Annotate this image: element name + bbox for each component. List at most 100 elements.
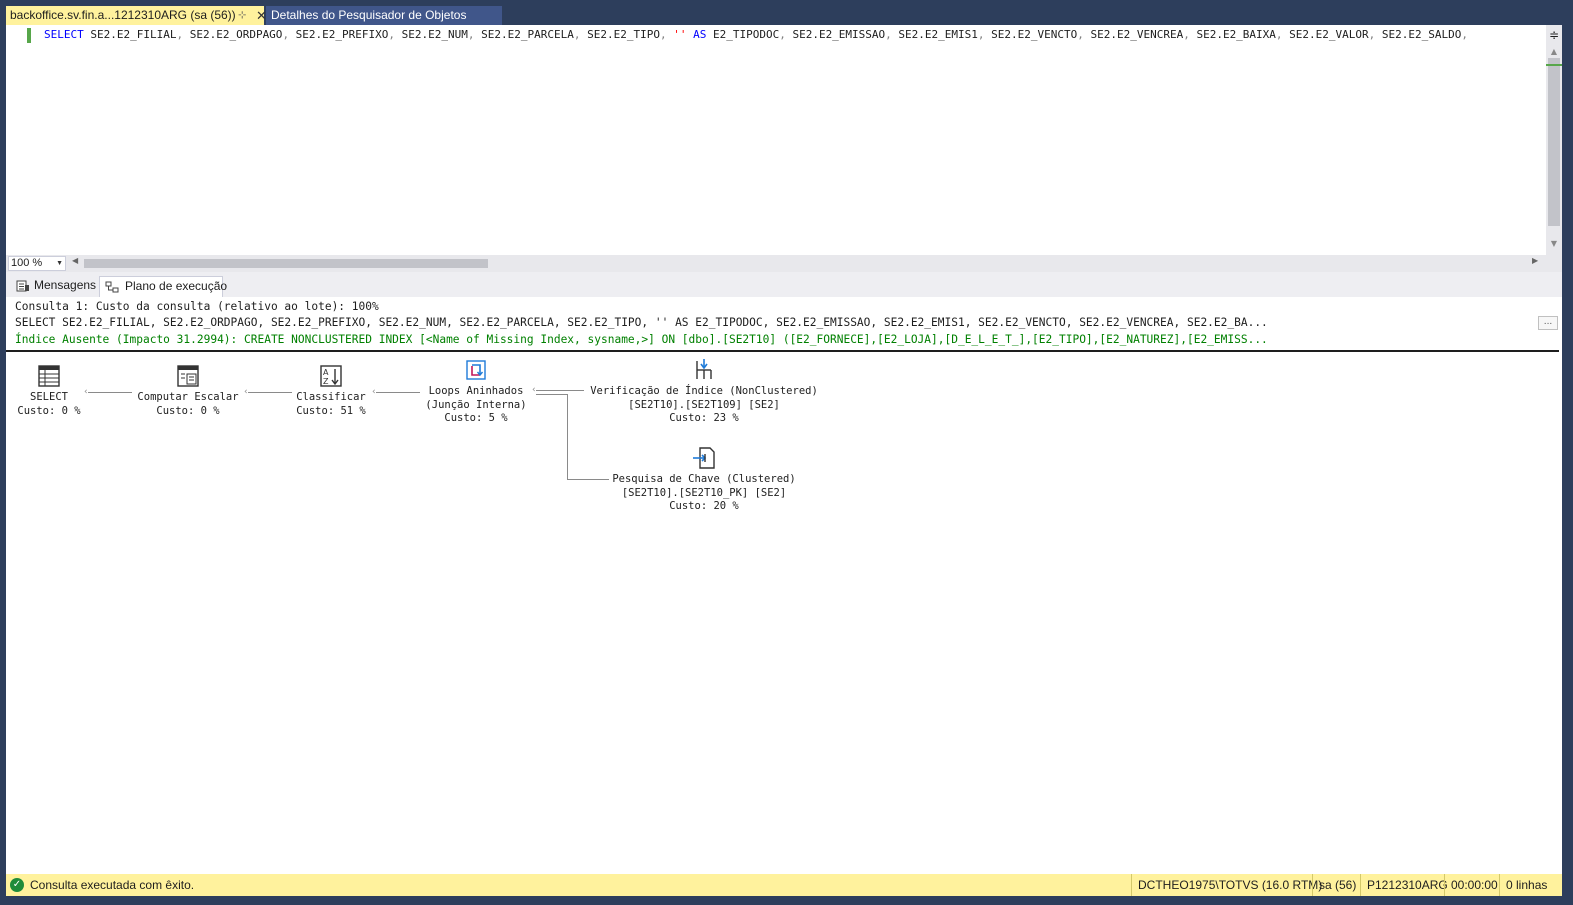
sql-token: SE2.E2_ORDPAGO [183,28,283,41]
status-database: P1212310ARG [1360,874,1448,896]
sql-editor[interactable]: SELECT SE2.E2_FILIAL, SE2.E2_ORDPAGO, SE… [6,25,1562,255]
plan-node-compute-name: Computar Escalar [137,391,239,403]
status-rows: 0 linhas [1499,874,1562,896]
zoom-value: 100 % [11,257,43,269]
edge-sort-to-compute [248,392,292,393]
chevron-down-icon: ▼ [56,260,63,267]
execution-plan-icon [105,281,119,293]
index-seek-icon [696,359,712,379]
sql-token: SE2.E2_EMIS1 [891,28,978,41]
sql-token: SE2.E2_BAIXA [1189,28,1276,41]
sql-token: SE2.E2_VALOR [1282,28,1369,41]
vertical-scroll-thumb[interactable] [1548,58,1560,226]
query-window: SELECT SE2.E2_FILIAL, SE2.E2_ORDPAGO, SE… [6,25,1562,896]
plan-node-select-cost: Custo: 0 % [17,404,81,417]
select-result-icon [38,365,60,387]
edge-compute-to-select [88,392,132,393]
plan-node-lookup-object: [SE2T10].[SE2T10_PK] [SE2] [621,486,787,499]
scroll-change-mark [1546,64,1562,66]
tab-object-explorer-details-label: Detalhes do Pesquisador de Objetos [271,8,467,22]
status-message: Consulta executada com êxito. [30,878,195,892]
compute-scalar-icon [177,365,199,387]
results-tab-strip: Mensagens Plano de execução [6,272,1562,297]
sql-token: , [1183,28,1190,41]
sql-token: SE2.E2_SALDO [1375,28,1462,41]
tab-messages[interactable]: Mensagens [11,276,97,297]
sql-token: , [1461,28,1468,41]
plan-node-select-name: SELECT [30,391,68,403]
horizontal-scroll-thumb[interactable] [84,259,488,268]
edge-lookup-to-loops-v [567,394,568,479]
plan-node-loops-cost: Custo: 5 % [444,412,508,424]
plan-node-sort-cost: Custo: 51 % [296,404,366,417]
missing-index-hint[interactable]: Índice Ausente (Impacto 31.2994): CREATE… [15,332,1525,348]
scroll-down-icon[interactable]: ▼ [1549,239,1559,248]
sql-token: SE2.E2_FILIAL [83,28,177,41]
nested-loops-icon [466,360,486,380]
sql-token: SE2.E2_EMISSAO [785,28,886,41]
tab-execution-plan-label: Plano de execução [125,279,228,293]
plan-node-compute-scalar[interactable]: Computar Escalar Custo: 0 % [132,363,244,418]
pin-icon[interactable]: ⊹ [238,6,246,25]
plan-node-lookup-cost: Custo: 20 % [669,500,739,512]
plan-node-seek-name: Verificação de Índice (NonClustered) [590,385,818,397]
sql-token: '' [666,28,687,41]
sql-token: SELECT [44,28,84,41]
plan-node-index-seek[interactable]: Verificação de Índice (NonClustered) [SE… [584,357,824,426]
sql-code-line[interactable]: SELECT SE2.E2_FILIAL, SE2.E2_ORDPAGO, SE… [44,27,1542,43]
plan-node-select[interactable]: SELECT Custo: 0 % [10,363,88,418]
scroll-up-icon[interactable]: ▲ [1549,47,1559,56]
tab-messages-label: Mensagens [34,278,97,292]
arrow-left-icon: ‹ [244,387,248,397]
zoom-select[interactable]: 100 % ▼ [8,256,66,271]
plan-node-loops-join: (Junção Interna) [425,398,527,411]
status-bar: ✓ Consulta executada com êxito. DCTHEO19… [6,874,1562,896]
svg-text:Z: Z [323,377,329,386]
edge-lookup-to-loops-h1 [536,394,567,395]
sql-token: SE2.E2_NUM [395,28,468,41]
sql-token: , [1275,28,1283,41]
sql-token: , [1077,28,1084,41]
execution-plan-pane[interactable]: Consulta 1: Custo da consulta (relativo … [6,297,1562,869]
plan-node-lookup-name: Pesquisa de Chave (Clustered) [612,473,796,485]
split-icon[interactable]: ≑ [1547,27,1561,43]
sql-token: SE2.E2_VENCTO [984,28,1078,41]
sql-token: , [977,28,985,41]
edge-seek-to-loops [536,390,584,391]
sql-token: SE2.E2_PARCELA [474,28,574,41]
header-divider [6,350,1559,352]
sql-token: SE2.E2_TIPO [580,28,660,41]
tab-object-explorer-details[interactable]: Detalhes do Pesquisador de Objetos [266,6,502,25]
plan-node-sort[interactable]: A Z Classificar Custo: 51 % [288,363,374,418]
tab-execution-plan[interactable]: Plano de execução [99,276,227,297]
change-tracking-bar [27,28,31,43]
sql-token: SE2.E2_PREFIXO [289,28,389,41]
scroll-left-icon[interactable]: ◀ [72,256,78,265]
plan-node-nested-loops[interactable]: Loops Aninhados (Junção Interna) Custo: … [418,357,534,426]
tab-query-editor[interactable]: backoffice.sv.fin.a...1212310ARG (sa (56… [6,6,267,25]
sql-token: , [779,28,786,41]
sort-icon: A Z [320,365,342,387]
more-button[interactable]: ... [1538,316,1558,330]
plan-node-seek-cost: Custo: 23 % [669,412,739,424]
edge-loops-to-sort [376,392,420,393]
tab-query-editor-label: backoffice.sv.fin.a...1212310ARG (sa (56… [10,8,236,22]
document-tab-strip: backoffice.sv.fin.a...1212310ARG (sa (56… [0,0,1573,25]
plan-node-compute-cost: Custo: 0 % [156,404,220,417]
svg-text:A: A [323,368,329,377]
sql-token: , [885,28,892,41]
key-lookup-icon [693,447,715,469]
status-elapsed: 00:00:00 [1444,874,1499,896]
editor-vertical-scrollbar[interactable]: ≑ ▲ ▼ [1546,25,1562,255]
sql-token: AS [686,28,707,41]
query-cost-header: Consulta 1: Custo da consulta (relativo … [15,300,379,313]
sql-token: , [467,28,475,41]
scroll-right-icon[interactable]: ▶ [1532,256,1538,265]
plan-node-key-lookup[interactable]: Pesquisa de Chave (Clustered) [SE2T10].[… [606,445,802,514]
plan-node-sort-name: Classificar [296,391,366,403]
sql-token: E2_TIPODOC [706,28,780,41]
plan-node-seek-object: [SE2T10].[SE2T109] [SE2] [628,398,780,411]
status-server: DCTHEO1975\TOTVS (16.0 RTM) [1131,874,1322,896]
editor-bottom-bar: 100 % ▼ ◀ ▶ [6,255,1562,272]
edge-lookup-to-loops-h2 [567,479,609,480]
